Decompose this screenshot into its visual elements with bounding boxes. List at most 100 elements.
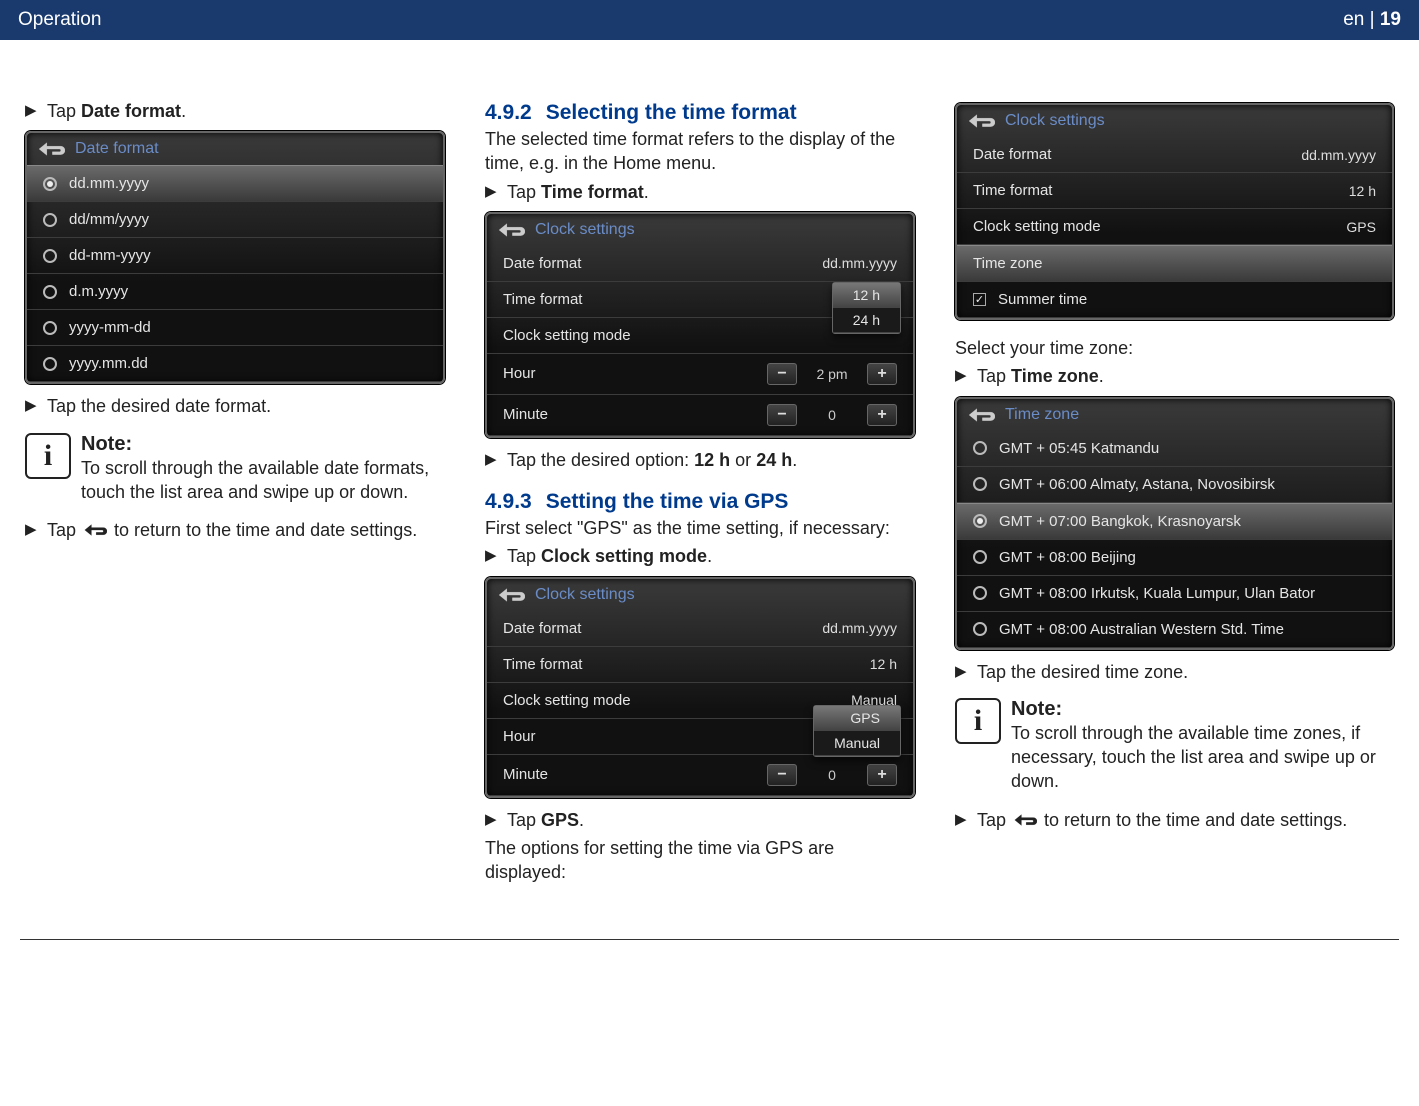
dropdown-clock-mode: GPS Manual <box>813 705 901 757</box>
device-title: Clock settings <box>535 221 635 239</box>
note-date-format: i Note: To scroll through the available … <box>25 433 445 505</box>
minus-button[interactable]: − <box>767 363 797 385</box>
plus-button[interactable]: + <box>867 363 897 385</box>
list-item-label: GMT + 06:00 Almaty, Astana, Novosibirsk <box>999 476 1275 493</box>
list-item-label: GMT + 08:00 Australian Western Std. Time <box>999 621 1284 638</box>
list-item-label: GMT + 05:45 Katmandu <box>999 440 1159 457</box>
device-title: Time zone <box>1005 406 1079 424</box>
note-time-zone: i Note: To scroll through the available … <box>955 698 1394 794</box>
screenshot-time-format: Clock settings Date formatdd.mm.yyyy Tim… <box>485 212 915 438</box>
row-hour: Hour GPS Manual <box>487 719 913 755</box>
radio-icon[interactable] <box>973 550 987 564</box>
note-title: Note: <box>81 433 445 456</box>
radio-icon[interactable] <box>43 357 57 371</box>
step-tap-desired-date-format: ▶ Tap the desired date format. <box>25 394 445 418</box>
intro-4-9-3: First select "GPS" as the time setting, … <box>485 516 915 540</box>
radio-icon[interactable] <box>973 441 987 455</box>
list-item[interactable]: GMT + 08:00 Australian Western Std. Time <box>957 612 1392 648</box>
screenshot-clock-setting-mode: Clock settings Date formatdd.mm.yyyy Tim… <box>485 577 915 798</box>
list-item[interactable]: yyyy.mm.dd <box>27 346 443 382</box>
list-item-label: GMT + 08:00 Beijing <box>999 549 1136 566</box>
back-icon[interactable] <box>497 220 525 240</box>
footer-rule <box>20 939 1399 940</box>
minute-stepper: − 0 + <box>767 404 897 426</box>
list-item-label: dd.mm.yyyy <box>69 175 149 192</box>
minute-stepper: − 0 + <box>767 764 897 786</box>
step-tap-back-1: ▶ Tap to return to the time and date set… <box>25 518 445 542</box>
plus-button[interactable]: + <box>867 764 897 786</box>
back-icon[interactable] <box>967 405 995 425</box>
list-item[interactable]: GMT + 06:00 Almaty, Astana, Novosibirsk <box>957 467 1392 503</box>
step-tap-desired-time-zone: ▶ Tap the desired time zone. <box>955 660 1394 684</box>
minus-button[interactable]: − <box>767 764 797 786</box>
radio-icon[interactable] <box>973 514 987 528</box>
option-gps[interactable]: GPS <box>814 706 900 731</box>
row-summer-time[interactable]: ✓Summer time <box>957 282 1392 318</box>
row-date-format[interactable]: Date formatdd.mm.yyyy <box>957 137 1392 173</box>
back-icon[interactable] <box>37 139 65 159</box>
device-title: Date format <box>75 140 159 158</box>
column-1: ▶ Tap Date format. Date format dd.mm.yyy… <box>25 95 445 889</box>
back-icon[interactable] <box>497 585 525 605</box>
row-hour: Hour − 2 pm + <box>487 354 913 395</box>
section-title: Operation <box>18 9 101 31</box>
row-clock-setting-mode[interactable]: Clock setting modeGPS <box>957 209 1392 245</box>
radio-icon[interactable] <box>43 213 57 227</box>
radio-icon[interactable] <box>43 249 57 263</box>
radio-icon[interactable] <box>973 586 987 600</box>
tz-intro: Select your time zone: <box>955 336 1394 360</box>
list-item[interactable]: d.m.yyyy <box>27 274 443 310</box>
device-title: Clock settings <box>1005 112 1105 130</box>
list-item[interactable]: GMT + 08:00 Irkutsk, Kuala Lumpur, Ulan … <box>957 576 1392 612</box>
column-3: Clock settings Date formatdd.mm.yyyy Tim… <box>955 95 1394 889</box>
radio-icon[interactable] <box>43 285 57 299</box>
minus-button[interactable]: − <box>767 404 797 426</box>
step-tap-desired-time-format: ▶ Tap the desired option: 12 h or 24 h. <box>485 448 915 472</box>
row-date-format[interactable]: Date formatdd.mm.yyyy <box>487 246 913 282</box>
step-tap-time-format: ▶ Tap Time format. <box>485 180 915 204</box>
info-icon: i <box>955 698 1001 744</box>
gps-after-text: The options for setting the time via GPS… <box>485 836 915 885</box>
step-tap-gps: ▶ Tap GPS. <box>485 808 915 832</box>
intro-4-9-2: The selected time format refers to the d… <box>485 127 915 176</box>
step-tap-back-2: ▶ Tap to return to the time and date set… <box>955 808 1394 832</box>
row-date-format[interactable]: Date formatdd.mm.yyyy <box>487 611 913 647</box>
row-time-format[interactable]: Time format12 h <box>957 173 1392 209</box>
note-text: To scroll through the available time zon… <box>1011 721 1394 794</box>
row-time-zone[interactable]: Time zone <box>957 245 1392 282</box>
list-item[interactable]: GMT + 07:00 Bangkok, Krasnoyarsk <box>957 503 1392 540</box>
back-icon[interactable] <box>967 111 995 131</box>
radio-icon[interactable] <box>43 321 57 335</box>
row-time-format[interactable]: Time format12 h <box>487 647 913 683</box>
page-indicator: en | 19 <box>1343 9 1401 31</box>
row-clock-setting-mode[interactable]: Clock setting mode 12 h 24 h <box>487 318 913 354</box>
list-item[interactable]: yyyy-mm-dd <box>27 310 443 346</box>
step-tap-clock-setting-mode: ▶ Tap Clock setting mode. <box>485 544 915 568</box>
option-12h[interactable]: 12 h <box>833 283 900 308</box>
radio-icon[interactable] <box>973 477 987 491</box>
list-item[interactable]: dd/mm/yyyy <box>27 202 443 238</box>
back-icon <box>1013 812 1037 828</box>
step-marker: ▶ <box>25 99 47 123</box>
list-item-label: GMT + 08:00 Irkutsk, Kuala Lumpur, Ulan … <box>999 585 1315 602</box>
list-item[interactable]: GMT + 05:45 Katmandu <box>957 431 1392 467</box>
info-icon: i <box>25 433 71 479</box>
list-item[interactable]: dd.mm.yyyy <box>27 165 443 202</box>
step-tap-date-format: ▶ Tap Date format. <box>25 99 445 123</box>
checkbox-icon[interactable]: ✓ <box>973 293 986 306</box>
option-manual[interactable]: Manual <box>814 731 900 756</box>
list-item-label: yyyy.mm.dd <box>69 355 148 372</box>
list-item-label: d.m.yyyy <box>69 283 128 300</box>
list-item[interactable]: dd-mm-yyyy <box>27 238 443 274</box>
heading-4-9-2: 4.9.2 Selecting the time format <box>485 101 915 125</box>
list-item-label: dd/mm/yyyy <box>69 211 149 228</box>
note-text: To scroll through the available date for… <box>81 456 445 505</box>
back-icon <box>83 522 107 538</box>
radio-icon[interactable] <box>43 177 57 191</box>
screenshot-time-zone: Time zone GMT + 05:45 Katmandu GMT + 06:0… <box>955 397 1394 650</box>
screenshot-date-format: Date format dd.mm.yyyy dd/mm/yyyy dd-mm-yy… <box>25 131 445 384</box>
option-24h[interactable]: 24 h <box>833 308 900 333</box>
list-item[interactable]: GMT + 08:00 Beijing <box>957 540 1392 576</box>
radio-icon[interactable] <box>973 622 987 636</box>
plus-button[interactable]: + <box>867 404 897 426</box>
